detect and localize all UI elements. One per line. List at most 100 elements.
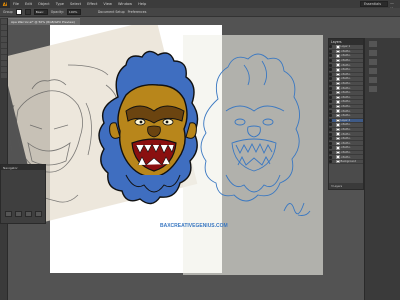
direct-select-tool-icon[interactable]: [1, 25, 7, 30]
opacity-field[interactable]: 100%: [66, 9, 81, 15]
shape-tool-icon[interactable]: [1, 49, 7, 54]
lock-toggle-icon[interactable]: [333, 151, 335, 154]
menu-select[interactable]: Select: [67, 2, 84, 6]
lock-toggle-icon[interactable]: [333, 54, 335, 57]
visibility-eye-icon[interactable]: [329, 59, 332, 63]
eyedropper-tool-icon[interactable]: [1, 61, 7, 66]
lock-toggle-icon[interactable]: [333, 110, 335, 113]
visibility-eye-icon[interactable]: [329, 150, 332, 154]
visibility-eye-icon[interactable]: [329, 54, 332, 58]
properties-panel-icon[interactable]: [369, 41, 377, 47]
lock-toggle-icon[interactable]: [333, 91, 335, 94]
rotate-tool-icon[interactable]: [1, 55, 7, 60]
menu-type[interactable]: Type: [53, 2, 67, 6]
menu-window[interactable]: Window: [115, 2, 135, 6]
visibility-eye-icon[interactable]: [329, 82, 332, 86]
panel-menu-icon[interactable]: [35, 211, 42, 217]
layer-thumbnail: [336, 86, 340, 90]
canvas[interactable]: BAXCREATIVEGENIUS.COM: [8, 25, 328, 300]
lock-toggle-icon[interactable]: [333, 142, 335, 145]
fill-swatch[interactable]: [15, 9, 22, 15]
color-panel-icon[interactable]: [369, 59, 377, 65]
stroke-panel-icon[interactable]: [369, 77, 377, 83]
visibility-eye-icon[interactable]: [329, 155, 332, 159]
layer-label: <Path>: [340, 127, 351, 131]
lock-toggle-icon[interactable]: [333, 156, 335, 159]
brush-tool-icon[interactable]: [1, 43, 7, 48]
lock-toggle-icon[interactable]: [333, 105, 335, 108]
lock-toggle-icon[interactable]: [333, 59, 335, 62]
menu-effect[interactable]: Effect: [84, 2, 100, 6]
menu-view[interactable]: View: [100, 2, 115, 6]
lock-toggle-icon[interactable]: [333, 119, 335, 122]
lock-toggle-icon[interactable]: [333, 128, 335, 131]
visibility-eye-icon[interactable]: [329, 114, 332, 118]
stroke-swatch[interactable]: [24, 9, 31, 15]
lock-toggle-icon[interactable]: [333, 146, 335, 149]
visibility-eye-icon[interactable]: [329, 91, 332, 95]
navigator-tab[interactable]: Navigator: [1, 165, 45, 170]
visibility-eye-icon[interactable]: [329, 137, 332, 141]
visibility-eye-icon[interactable]: [329, 146, 332, 150]
watermark-text: BAXCREATIVEGENIUS.COM: [160, 223, 228, 229]
visibility-eye-icon[interactable]: [329, 118, 332, 122]
zoom-in-icon[interactable]: [15, 211, 22, 217]
preferences-button[interactable]: Preferences: [128, 10, 147, 14]
swatches-panel-icon[interactable]: [369, 68, 377, 74]
type-tool-icon[interactable]: [1, 37, 7, 42]
lock-toggle-icon[interactable]: [333, 160, 335, 163]
lock-toggle-icon[interactable]: [333, 100, 335, 103]
lock-toggle-icon[interactable]: [333, 96, 335, 99]
layer-thumbnail: [336, 95, 340, 100]
menu-object[interactable]: Object: [35, 2, 53, 6]
visibility-eye-icon[interactable]: [329, 86, 332, 90]
lock-toggle-icon[interactable]: [333, 73, 335, 76]
menu-file[interactable]: File: [10, 2, 22, 6]
visibility-eye-icon[interactable]: [329, 63, 332, 67]
lock-toggle-icon[interactable]: [333, 123, 335, 126]
document-setup-button[interactable]: Document Setup: [98, 10, 125, 14]
zoom-tool-icon[interactable]: [1, 73, 7, 78]
lock-toggle-icon[interactable]: [333, 64, 335, 67]
visibility-eye-icon[interactable]: [329, 49, 332, 53]
menu-edit[interactable]: Edit: [22, 2, 35, 6]
pen-tool-icon[interactable]: [1, 31, 7, 36]
layer-thumbnail: [336, 109, 340, 113]
lock-toggle-icon[interactable]: [333, 68, 335, 71]
visibility-eye-icon[interactable]: [329, 123, 332, 127]
window-controls[interactable]: — ✕: [390, 1, 398, 11]
visibility-eye-icon[interactable]: [329, 77, 332, 81]
libraries-panel-icon[interactable]: [369, 50, 377, 56]
hand-tool-icon[interactable]: [1, 67, 7, 72]
visibility-eye-icon[interactable]: [329, 109, 332, 113]
visibility-eye-icon[interactable]: [329, 72, 332, 76]
selection-tool-icon[interactable]: [1, 19, 7, 24]
layer-thumbnail: [336, 54, 340, 58]
menu-help[interactable]: Help: [135, 2, 149, 6]
layer-label: <Path>: [340, 141, 351, 145]
lock-toggle-icon[interactable]: [333, 45, 335, 48]
visibility-eye-icon[interactable]: [329, 95, 332, 99]
lock-toggle-icon[interactable]: [333, 114, 335, 117]
visibility-eye-icon[interactable]: [329, 100, 332, 104]
visibility-eye-icon[interactable]: [329, 105, 332, 109]
layer-row[interactable]: Background: [329, 159, 363, 165]
zoom-out-icon[interactable]: [5, 211, 12, 217]
lock-toggle-icon[interactable]: [333, 77, 335, 80]
lock-toggle-icon[interactable]: [333, 137, 335, 140]
fit-view-icon[interactable]: [25, 211, 32, 217]
visibility-eye-icon[interactable]: [329, 132, 332, 136]
visibility-eye-icon[interactable]: [329, 160, 332, 164]
workspace-switcher[interactable]: Essentials: [360, 1, 388, 7]
lock-toggle-icon[interactable]: [333, 50, 335, 53]
document-tab[interactable]: Ape Warrior.ai* @ 50% (RGB/GPU Preview): [8, 18, 80, 25]
visibility-eye-icon[interactable]: [329, 68, 332, 72]
artboards-panel-icon[interactable]: [369, 86, 377, 92]
lock-toggle-icon[interactable]: [333, 82, 335, 85]
visibility-eye-icon[interactable]: [329, 45, 332, 49]
lock-toggle-icon[interactable]: [333, 87, 335, 90]
lock-toggle-icon[interactable]: [333, 133, 335, 136]
stroke-style-field[interactable]: Basic: [33, 9, 48, 15]
visibility-eye-icon[interactable]: [329, 141, 332, 145]
visibility-eye-icon[interactable]: [329, 127, 332, 131]
